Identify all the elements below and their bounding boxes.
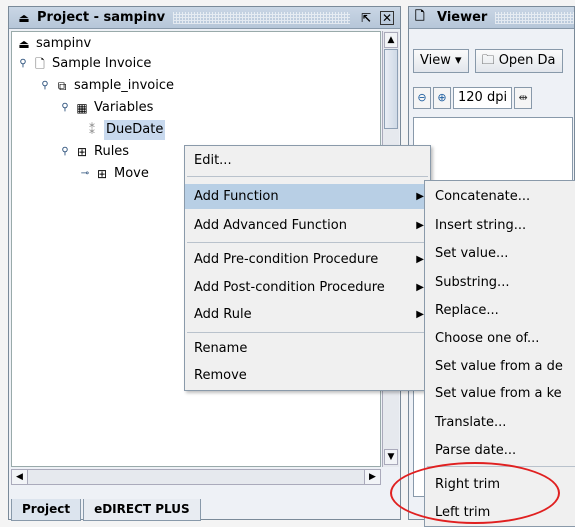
submenu-arrow-icon: ▶ bbox=[416, 309, 424, 320]
menu-label: Add Advanced Function bbox=[194, 218, 347, 233]
open-data-button[interactable]: 🗀 Open Da bbox=[474, 49, 563, 73]
submenu-item-translate[interactable]: Translate... bbox=[425, 409, 575, 436]
submenu-arrow-icon: ▶ bbox=[416, 191, 424, 202]
expand-toggle-icon[interactable]: ⚲ bbox=[58, 142, 72, 162]
tree-label: DueDate bbox=[104, 120, 166, 140]
annotation-ellipse bbox=[390, 462, 560, 524]
submenu-item-substring[interactable]: Substring... bbox=[425, 269, 575, 296]
menu-label: Rename bbox=[194, 341, 248, 356]
view-label: View bbox=[420, 53, 451, 68]
zoom-in-icon[interactable]: ⊕ bbox=[433, 87, 451, 109]
menu-item-rename[interactable]: Rename bbox=[185, 336, 430, 361]
submenu-item-set-value-from-ke[interactable]: Set value from a ke bbox=[425, 380, 575, 407]
project-title: Project - sampinv bbox=[37, 10, 166, 25]
rules-icon: ⊞ bbox=[76, 145, 88, 159]
tree-node-duedate[interactable]: ⁑ DueDate bbox=[84, 120, 166, 140]
tree-label: Rules bbox=[94, 144, 130, 159]
menu-item-add-post-condition[interactable]: Add Post-condition Procedure ▶ bbox=[185, 275, 430, 300]
tree-node-variables[interactable]: ⚲ ▦ Variables bbox=[58, 98, 153, 118]
viewer-grip[interactable] bbox=[495, 11, 574, 24]
expand-toggle-icon[interactable]: ⚲ bbox=[16, 54, 30, 74]
collapse-toggle-icon[interactable]: ⊸ bbox=[78, 164, 92, 184]
expand-toggle-icon[interactable]: ⚲ bbox=[38, 76, 52, 96]
eject-icon: ⏏ bbox=[18, 10, 30, 25]
tree-node-move[interactable]: ⊸ ⊞ Move bbox=[78, 164, 149, 184]
project-title-bar: ⏏ Project - sampinv ⇱ ✕ bbox=[9, 7, 400, 29]
menu-item-add-pre-condition[interactable]: Add Pre-condition Procedure ▶ bbox=[185, 247, 430, 272]
tree-label: Sample Invoice bbox=[52, 56, 152, 71]
eject-icon: ⏏ bbox=[18, 37, 30, 51]
menu-item-remove[interactable]: Remove bbox=[185, 363, 430, 388]
variable-icon: ⁑ bbox=[89, 123, 95, 137]
project-tabs: Project eDIRECT PLUS bbox=[11, 499, 203, 521]
zoom-toolbar: ⊖ ⊕ 120 dpi ⇹ bbox=[413, 87, 533, 111]
submenu-arrow-icon: ▶ bbox=[416, 254, 424, 265]
viewer-title: Viewer bbox=[437, 10, 488, 25]
submenu-arrow-icon: ▶ bbox=[416, 220, 424, 231]
document-icon: 🗋 bbox=[415, 9, 425, 23]
close-icon[interactable]: ✕ bbox=[380, 10, 394, 25]
copy-document-icon: ⧉ bbox=[57, 79, 67, 93]
scroll-down-icon[interactable]: ▼ bbox=[384, 449, 398, 465]
variables-icon: ▦ bbox=[76, 101, 88, 115]
menu-separator bbox=[187, 176, 428, 177]
scroll-right-icon[interactable]: ▶ bbox=[364, 470, 380, 484]
tree-label: Move bbox=[114, 166, 149, 181]
menu-item-add-advanced-function[interactable]: Add Advanced Function ▶ bbox=[185, 213, 430, 238]
tree-horizontal-scrollbar[interactable]: ◀ ▶ bbox=[11, 469, 381, 485]
dpi-field[interactable]: 120 dpi bbox=[453, 87, 513, 109]
menu-label: Remove bbox=[194, 368, 247, 383]
chevron-down-icon: ▾ bbox=[455, 53, 462, 68]
tree-label: Variables bbox=[94, 100, 154, 115]
tree-node-sample-invoice-child[interactable]: ⚲ ⧉ sample_invoice bbox=[38, 76, 174, 96]
submenu-item-parse-date[interactable]: Parse date... bbox=[425, 437, 575, 464]
menu-item-add-rule[interactable]: Add Rule ▶ bbox=[185, 302, 430, 327]
tab-project[interactable]: Project bbox=[11, 499, 82, 521]
submenu-item-insert-string[interactable]: Insert string... bbox=[425, 212, 575, 239]
document-icon: 🗋 bbox=[35, 57, 45, 71]
open-label: Open Da bbox=[498, 53, 556, 68]
menu-item-add-function[interactable]: Add Function ▶ bbox=[185, 184, 430, 209]
tree-node-sampinv[interactable]: ⏏ sampinv bbox=[16, 34, 91, 54]
zoom-out-icon[interactable]: ⊖ bbox=[413, 87, 431, 109]
submenu-item-choose-one-of[interactable]: Choose one of... bbox=[425, 325, 575, 352]
menu-label: Edit... bbox=[194, 153, 232, 168]
viewer-title-bar: 🗋 Viewer bbox=[409, 7, 574, 29]
title-grip[interactable] bbox=[173, 11, 350, 24]
context-menu: Edit... Add Function ▶ Add Advanced Funct… bbox=[184, 145, 431, 391]
folder-icon: 🗀 bbox=[481, 53, 495, 68]
scroll-thumb[interactable] bbox=[384, 49, 398, 129]
menu-separator bbox=[187, 242, 428, 243]
tree-label: sample_invoice bbox=[74, 78, 175, 93]
fit-width-icon[interactable]: ⇹ bbox=[514, 87, 533, 109]
viewer-toolbar: View ▾ 🗀 Open Da bbox=[413, 49, 563, 73]
maximize-icon[interactable]: ⇱ bbox=[358, 10, 374, 26]
tab-edirect-plus[interactable]: eDIRECT PLUS bbox=[83, 499, 201, 521]
rule-icon: ⊞ bbox=[96, 167, 108, 181]
submenu-item-set-value-from-de[interactable]: Set value from a de bbox=[425, 353, 575, 380]
submenu-arrow-icon: ▶ bbox=[416, 282, 424, 293]
menu-label: Add Rule bbox=[194, 307, 252, 322]
tree-node-rules[interactable]: ⚲ ⊞ Rules bbox=[58, 142, 129, 162]
submenu-item-set-value[interactable]: Set value... bbox=[425, 240, 575, 267]
view-dropdown-button[interactable]: View ▾ bbox=[413, 49, 469, 73]
menu-item-edit[interactable]: Edit... bbox=[185, 148, 430, 173]
expand-toggle-icon[interactable]: ⚲ bbox=[58, 98, 72, 118]
scroll-up-icon[interactable]: ▲ bbox=[384, 32, 398, 48]
scroll-left-icon[interactable]: ◀ bbox=[12, 470, 28, 484]
menu-label: Add Post-condition Procedure bbox=[194, 280, 385, 295]
menu-label: Add Function bbox=[194, 189, 279, 204]
submenu-item-replace[interactable]: Replace... bbox=[425, 297, 575, 324]
submenu-item-concatenate[interactable]: Concatenate... bbox=[425, 183, 575, 210]
tree-label: sampinv bbox=[36, 36, 92, 51]
menu-separator bbox=[187, 332, 428, 333]
tree-node-sample-invoice[interactable]: ⚲ 🗋 Sample Invoice bbox=[16, 54, 151, 74]
menu-label: Add Pre-condition Procedure bbox=[194, 252, 379, 267]
